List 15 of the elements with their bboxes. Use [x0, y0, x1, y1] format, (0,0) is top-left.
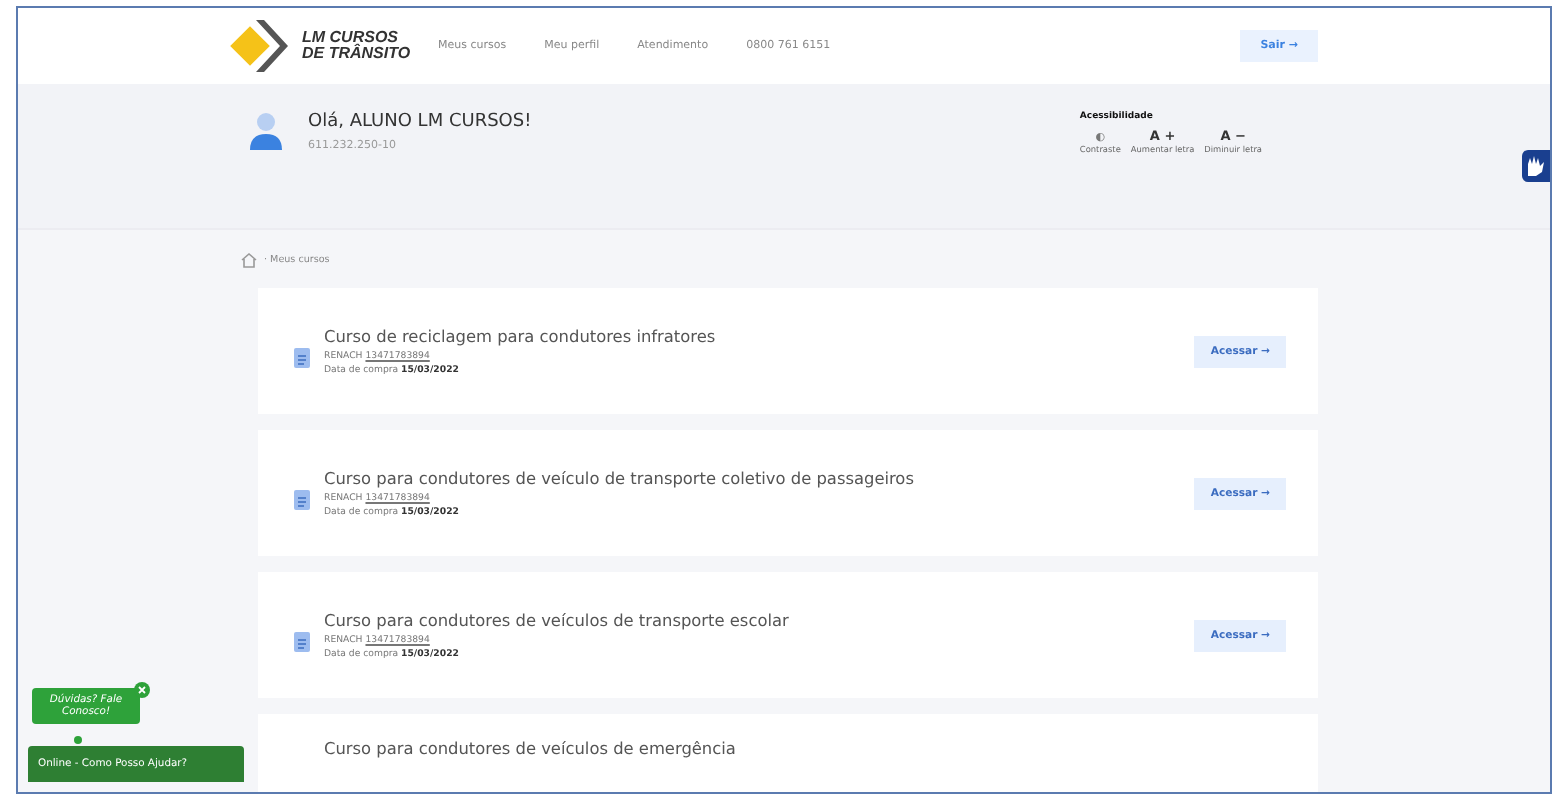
logo-text: LM CURSOS [302, 30, 398, 46]
sign-language-button[interactable] [1522, 150, 1550, 182]
course-title: Curso de reciclagem para condutores infratores [324, 326, 716, 346]
document-icon [294, 347, 310, 367]
logo-text: DE TRÂNSITO [302, 46, 411, 62]
course-title: Curso para condutores de veículos de emergência [324, 738, 736, 758]
document-icon [294, 631, 310, 651]
user-avatar-icon [248, 112, 284, 152]
document-icon [294, 489, 310, 509]
status-dot-icon [74, 736, 82, 744]
home-icon[interactable] [240, 252, 258, 268]
course-title: Curso para condutores de veículos de transporte escolar [324, 610, 789, 630]
course-title: Curso para condutores de veículo de transporte coletivo de passageiros [324, 468, 914, 488]
user-greeting: Olá, ALUNO LM CURSOS! [308, 112, 532, 132]
close-icon[interactable] [134, 682, 150, 698]
